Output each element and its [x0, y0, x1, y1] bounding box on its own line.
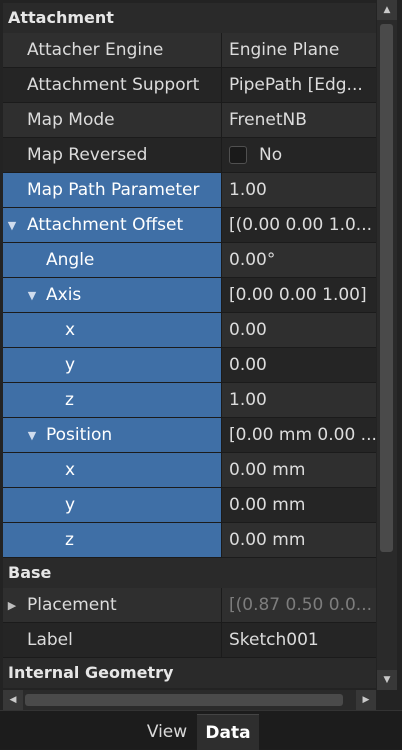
horizontal-scroll-thumb[interactable] [25, 694, 343, 706]
arrow-up-icon[interactable]: ▲ [377, 0, 397, 20]
property-label: Position [46, 425, 113, 445]
property-label: Map Mode [27, 110, 115, 130]
group-internal-geometry: Internal Geometry [3, 658, 376, 688]
map-reversed-checkbox[interactable] [229, 146, 247, 164]
property-row-angle[interactable]: Angle 0.00° [3, 243, 376, 278]
property-row-map-reversed[interactable]: Map Reversed No [3, 138, 376, 173]
group-attachment: Attachment [3, 3, 376, 33]
property-table: Attachment Attacher Engine Engine Plane … [3, 3, 376, 689]
property-label: z [65, 390, 74, 410]
property-value[interactable]: 1.00 [222, 383, 376, 417]
triangle-down-icon[interactable]: ▼ [23, 289, 41, 302]
property-label: Map Path Parameter [27, 180, 200, 200]
property-row-axis[interactable]: ▼ Axis [0.00 0.00 1.00] [3, 278, 376, 313]
property-label: Attachment Offset [27, 215, 184, 235]
property-label: Attachment Support [27, 75, 200, 95]
property-value[interactable]: 1.00 [222, 173, 376, 207]
property-value[interactable]: [(0.87 0.50 0.0... [222, 588, 376, 622]
property-row-position-z[interactable]: z 0.00 mm [3, 523, 376, 558]
property-value[interactable]: Engine Plane [222, 33, 376, 67]
property-label: Axis [46, 285, 82, 305]
property-value[interactable]: Sketch001 [222, 623, 376, 657]
tab-view[interactable]: View [138, 714, 196, 750]
property-row-attachment-support[interactable]: Attachment Support PipePath [Edg... [3, 68, 376, 103]
property-row-attacher-engine[interactable]: Attacher Engine Engine Plane [3, 33, 376, 68]
horizontal-scrollbar[interactable]: ◀ ▶ [3, 690, 376, 710]
property-label: x [65, 460, 76, 480]
property-row-map-path-parameter[interactable]: Map Path Parameter 1.00 [3, 173, 376, 208]
property-label: Placement [27, 595, 117, 615]
tab-data[interactable]: Data [197, 714, 259, 750]
tab-bar: View Data [0, 710, 402, 750]
property-value[interactable]: [(0.00 0.00 1.0... [222, 208, 376, 242]
property-value[interactable]: PipePath [Edg... [222, 68, 376, 102]
vertical-scrollbar[interactable]: ▲ ▼ [377, 0, 397, 690]
property-label: x [65, 320, 76, 340]
property-value[interactable]: [0.00 mm 0.00 ... [222, 418, 376, 452]
group-base: Base [3, 558, 376, 588]
triangle-down-icon[interactable]: ▼ [3, 219, 21, 232]
property-row-axis-x[interactable]: x 0.00 [3, 313, 376, 348]
property-row-axis-y[interactable]: y 0.00 [3, 348, 376, 383]
arrow-down-icon[interactable]: ▼ [377, 670, 397, 690]
property-value: No [259, 145, 283, 165]
scrollbar-corner [377, 690, 397, 710]
property-row-axis-z[interactable]: z 1.00 [3, 383, 376, 418]
arrow-right-icon[interactable]: ▶ [356, 690, 376, 710]
property-value[interactable]: 0.00° [222, 243, 376, 277]
property-row-placement[interactable]: ▶ Placement [(0.87 0.50 0.0... [3, 588, 376, 623]
property-label: Attacher Engine [27, 40, 164, 60]
triangle-down-icon[interactable]: ▼ [23, 429, 41, 442]
property-editor-panel: Attachment Attacher Engine Engine Plane … [0, 0, 402, 750]
property-value[interactable]: FrenetNB [222, 103, 376, 137]
property-row-label[interactable]: Label Sketch001 [3, 623, 376, 658]
vertical-scroll-thumb[interactable] [380, 24, 393, 552]
arrow-left-icon[interactable]: ◀ [3, 690, 23, 710]
property-value[interactable]: 0.00 [222, 313, 376, 347]
property-row-position-y[interactable]: y 0.00 mm [3, 488, 376, 523]
property-value[interactable]: [0.00 0.00 1.00] [222, 278, 376, 312]
property-label: Label [27, 630, 73, 650]
property-value[interactable]: 0.00 mm [222, 453, 376, 487]
property-label: y [65, 355, 76, 375]
property-row-position[interactable]: ▼ Position [0.00 mm 0.00 ... [3, 418, 376, 453]
property-value[interactable]: 0.00 mm [222, 488, 376, 522]
property-label: y [65, 495, 76, 515]
property-value[interactable]: 0.00 [222, 348, 376, 382]
triangle-right-icon[interactable]: ▶ [3, 599, 21, 612]
property-label: Map Reversed [27, 145, 148, 165]
property-label: Angle [46, 250, 95, 270]
property-label: z [65, 530, 74, 550]
property-row-map-mode[interactable]: Map Mode FrenetNB [3, 103, 376, 138]
property-row-position-x[interactable]: x 0.00 mm [3, 453, 376, 488]
property-value[interactable]: 0.00 mm [222, 523, 376, 557]
property-row-attachment-offset[interactable]: ▼ Attachment Offset [(0.00 0.00 1.0... [3, 208, 376, 243]
